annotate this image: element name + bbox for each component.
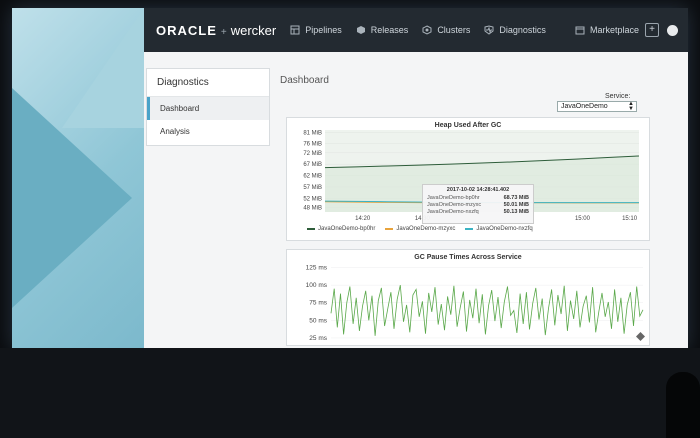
sidebar-title: Diagnostics — [147, 69, 269, 97]
marketplace-link[interactable]: Marketplace — [590, 25, 639, 35]
y-tick-label: 72 MiB — [303, 151, 322, 157]
marketplace-icon — [575, 26, 585, 35]
y-tick-label: 25 ms — [309, 335, 327, 342]
y-tick-label: 76 MiB — [303, 142, 322, 148]
x-tick-label: 15:00 — [575, 216, 591, 222]
nav-releases[interactable]: Releases — [356, 25, 409, 35]
x-tick-label: 15:10 — [622, 216, 638, 222]
y-tick-label: 67 MiB — [303, 162, 322, 168]
nav-pipelines-label: Pipelines — [305, 25, 342, 35]
legend-item[interactable]: JavaOneDemo-mzyxc — [385, 226, 455, 232]
add-button[interactable]: + — [645, 23, 659, 37]
brand-logo[interactable]: ORACLE + wercker — [156, 23, 276, 38]
sidebar-item-dashboard[interactable]: Dashboard — [147, 97, 269, 120]
nav-clusters[interactable]: Clusters — [422, 25, 470, 35]
chart-tooltip: 2017-10-02 14:28:41.402 JavaOneDemo-bp0h… — [422, 184, 534, 224]
nav-pipelines[interactable]: Pipelines — [290, 25, 342, 35]
y-tick-label: 62 MiB — [303, 174, 322, 180]
audience-silhouette — [666, 372, 700, 438]
oracle-wordmark: ORACLE — [156, 22, 217, 38]
y-tick-label: 48 MiB — [303, 205, 322, 211]
decorative-background — [12, 8, 144, 348]
wercker-wordmark: wercker — [230, 22, 277, 38]
legend-item[interactable]: JavaOneDemo-nxzfq — [465, 226, 533, 232]
series-line — [330, 285, 644, 336]
y-tick-label: 81 MiB — [303, 130, 322, 136]
top-navbar: ORACLE + wercker Pipelines Releases Clus… — [144, 8, 688, 52]
nav-diagnostics[interactable]: Diagnostics — [484, 25, 546, 35]
tooltip-row: JavaOneDemo-bp0hr 68.73 MiB — [427, 195, 529, 201]
stage-floor — [0, 348, 700, 438]
diagnostics-sidebar: Diagnostics Dashboard Analysis — [146, 68, 270, 146]
pipelines-icon — [290, 25, 300, 35]
releases-icon — [356, 26, 365, 34]
page-title: Dashboard — [280, 75, 329, 86]
avatar[interactable] — [667, 24, 678, 36]
heap-chart-legend: JavaOneDemo-bp0hr JavaOneDemo-mzyxc Java… — [307, 226, 543, 232]
clusters-icon — [422, 25, 432, 35]
legend-item[interactable]: JavaOneDemo-bp0hr — [307, 226, 375, 232]
nav-releases-label: Releases — [370, 25, 409, 35]
tooltip-timestamp: 2017-10-02 14:28:41.402 — [446, 187, 510, 193]
service-select[interactable]: JavaOneDemo ▲ ▼ — [557, 101, 637, 112]
y-tick-label: 52 MiB — [303, 196, 322, 202]
sidebar-item-analysis[interactable]: Analysis — [147, 120, 269, 143]
diagnostics-icon — [484, 25, 494, 35]
tooltip-row: JavaOneDemo-mzyxc 50.01 MiB — [427, 202, 529, 208]
y-tick-label: 100 ms — [306, 282, 328, 289]
resize-handle-icon[interactable] — [636, 332, 645, 341]
gc-chart-panel: GC Pause Times Across Service 125 ms 100 … — [286, 249, 650, 346]
y-tick-label: 75 ms — [309, 300, 327, 307]
y-tick-label: 125 ms — [306, 265, 328, 272]
y-tick-label: 50 ms — [309, 317, 327, 324]
heap-chart-panel: Heap Used After GC 81 MiB 76 MiB 72 MiB 67 … — [286, 117, 650, 241]
service-selected-value: JavaOneDemo — [561, 103, 608, 110]
y-tick-label: 57 MiB — [303, 185, 322, 191]
brand-plus: + — [220, 26, 227, 38]
nav-diagnostics-label: Diagnostics — [499, 25, 546, 35]
select-arrows-icon: ▲ ▼ — [628, 101, 634, 112]
nav-clusters-label: Clusters — [437, 25, 471, 35]
service-label: Service: — [605, 93, 631, 100]
gc-chart: 125 ms 100 ms 75 ms 50 ms 25 ms — [306, 265, 644, 342]
x-tick-label: 14:20 — [355, 216, 371, 222]
tooltip-row: JavaOneDemo-nxzfq 50.13 MiB — [427, 209, 529, 215]
